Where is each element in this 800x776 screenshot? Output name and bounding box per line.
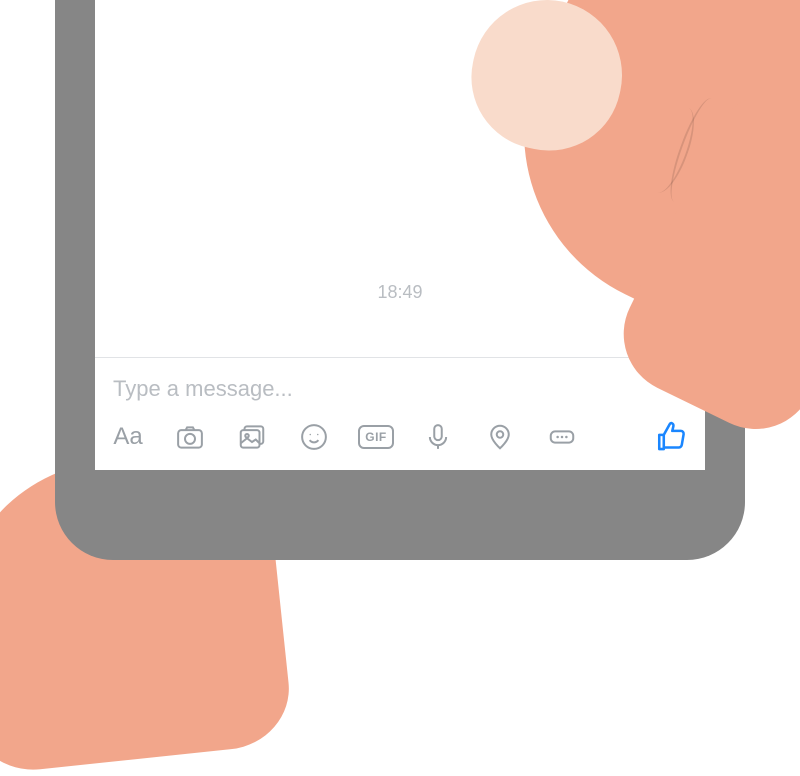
location-icon[interactable] [483, 420, 517, 454]
more-options-icon[interactable] [545, 420, 579, 454]
message-composer: Type a message... Aa [95, 357, 705, 470]
like-button-icon[interactable] [655, 420, 689, 454]
photo-library-icon[interactable] [235, 420, 269, 454]
illustration-scene: 18:49 Type a message... Aa [0, 0, 800, 600]
emoji-icon[interactable] [297, 420, 331, 454]
text-format-icon[interactable]: Aa [111, 420, 145, 454]
gif-icon[interactable]: GIF [359, 420, 393, 454]
message-input[interactable]: Type a message... [111, 372, 689, 418]
composer-toolbar: Aa [111, 418, 689, 470]
camera-icon[interactable] [173, 420, 207, 454]
microphone-icon[interactable] [421, 420, 455, 454]
message-timestamp: 18:49 [377, 282, 422, 303]
